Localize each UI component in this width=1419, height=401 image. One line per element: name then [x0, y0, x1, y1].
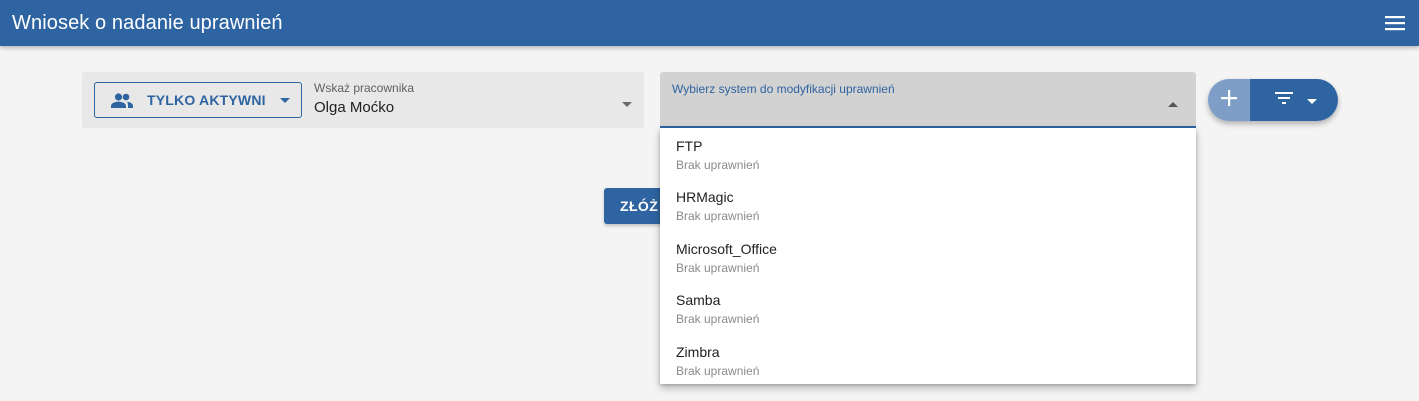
option-status: Brak uprawnień — [676, 209, 760, 224]
app-bar: Wniosek o nadanie uprawnień — [0, 0, 1419, 46]
employee-field-label: Wskaż pracownika — [314, 81, 415, 95]
system-option-ftp[interactable]: FTP Brak uprawnień — [660, 130, 1196, 181]
system-select[interactable]: Wybierz system do modyfikacji uprawnień — [660, 72, 1196, 128]
hamburger-menu-icon[interactable] — [1383, 11, 1407, 35]
system-options-dropdown: FTP Brak uprawnień HRMagic Brak uprawnie… — [660, 128, 1196, 384]
filter-menu-button[interactable] — [1250, 79, 1338, 121]
page-title: Wniosek o nadanie uprawnień — [12, 11, 283, 34]
system-option-microsoft-office[interactable]: Microsoft_Office Brak uprawnień — [660, 233, 1196, 284]
add-button[interactable] — [1208, 79, 1250, 121]
option-status: Brak uprawnień — [676, 312, 760, 327]
dropdown-arrow-up-icon — [1168, 94, 1178, 112]
dropdown-arrow-icon — [622, 94, 632, 112]
people-icon — [111, 92, 133, 108]
employee-filter-card: TYLKO AKTYWNI Wskaż pracownika Olga Moćk… — [82, 72, 644, 128]
chevron-down-icon — [1307, 91, 1317, 109]
chevron-down-icon — [279, 97, 290, 103]
system-option-samba[interactable]: Samba Brak uprawnień — [660, 284, 1196, 335]
active-only-button[interactable]: TYLKO AKTYWNI — [94, 82, 302, 118]
filter-list-icon — [1275, 91, 1293, 109]
system-option-zimbra[interactable]: Zimbra Brak uprawnień — [660, 336, 1196, 384]
employee-field-value: Olga Moćko — [314, 99, 395, 116]
employee-select[interactable]: Wskaż pracownika Olga Moćko — [314, 80, 632, 122]
system-select-label: Wybierz system do modyfikacji uprawnień — [672, 82, 895, 96]
option-status: Brak uprawnień — [676, 260, 760, 275]
option-name: HRMagic — [676, 189, 734, 206]
option-name: Microsoft_Office — [676, 240, 777, 257]
active-only-label: TYLKO AKTYWNI — [147, 92, 266, 108]
option-name: Samba — [676, 292, 721, 309]
plus-icon — [1221, 89, 1237, 111]
option-status: Brak uprawnień — [676, 363, 760, 378]
system-option-hrmagic[interactable]: HRMagic Brak uprawnień — [660, 181, 1196, 232]
action-button-group — [1208, 79, 1338, 121]
option-name: Zimbra — [676, 343, 720, 360]
option-name: FTP — [676, 138, 703, 154]
option-status: Brak uprawnień — [676, 158, 760, 172]
